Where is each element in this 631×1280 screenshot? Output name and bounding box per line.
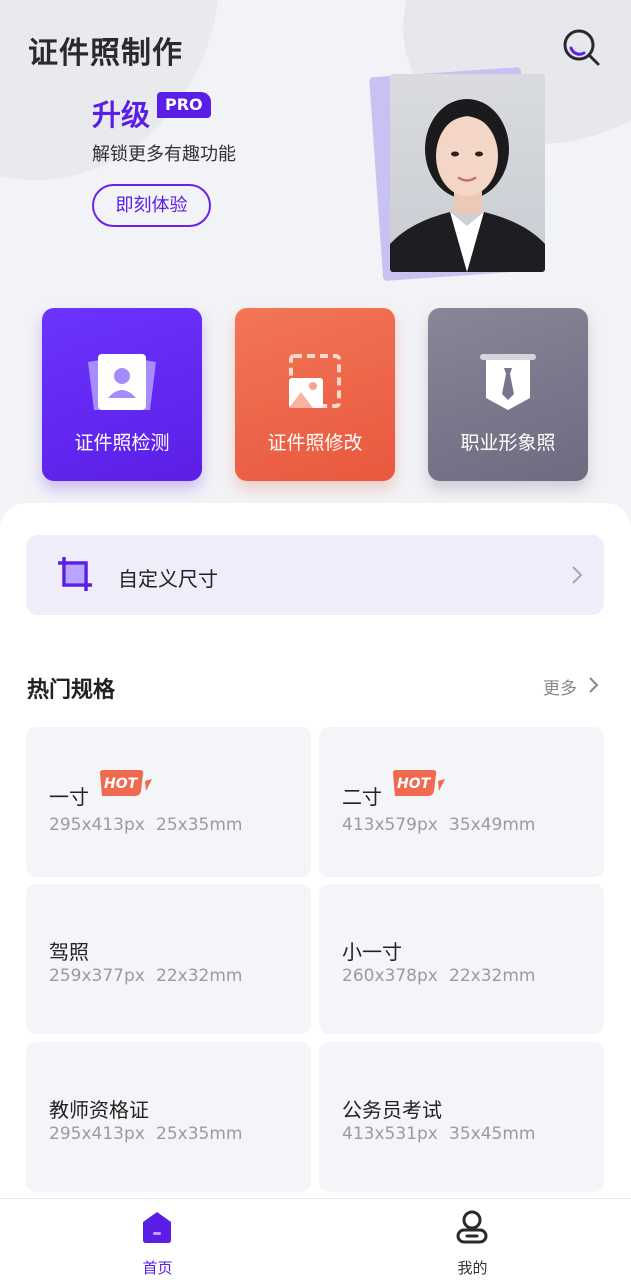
feature-id-photo-check[interactable]: 证件照检测 bbox=[42, 308, 202, 481]
chevron-right-icon bbox=[572, 566, 583, 584]
spec-pixels: 260x378px bbox=[342, 966, 438, 986]
spec-millimeters: 35x49mm bbox=[449, 815, 536, 835]
tab-label: 首页 bbox=[142, 1259, 173, 1277]
spec-millimeters: 22x32mm bbox=[449, 966, 536, 986]
spec-card[interactable]: 驾照 259x377px 22x32mm bbox=[26, 884, 311, 1034]
home-icon bbox=[143, 1212, 171, 1243]
spec-millimeters: 25x35mm bbox=[156, 815, 243, 835]
spec-millimeters: 22x32mm bbox=[156, 966, 243, 986]
spec-name: 驾照 bbox=[49, 940, 89, 964]
profile-icon bbox=[456, 1210, 488, 1244]
tab-home[interactable]: 首页 bbox=[0, 1199, 315, 1280]
spec-name: 一寸 bbox=[49, 785, 89, 809]
spec-name: 二寸 bbox=[342, 785, 382, 809]
search-button[interactable] bbox=[560, 26, 602, 68]
bottom-tab-bar: 首页 我的 bbox=[0, 1198, 631, 1280]
app-title: 证件照制作 bbox=[28, 36, 183, 71]
pro-badge: PRO bbox=[157, 92, 211, 118]
feature-professional-photo[interactable]: 职业形象照 bbox=[428, 308, 588, 481]
hot-badge-icon: HOT bbox=[100, 770, 152, 796]
hot-label: HOT bbox=[104, 776, 139, 792]
spec-card[interactable]: 小一寸 260x378px 22x32mm bbox=[319, 884, 604, 1034]
spec-card[interactable]: 二寸 HOT 413x579px 35x49mm bbox=[319, 727, 604, 877]
tab-mine[interactable]: 我的 bbox=[315, 1199, 630, 1280]
search-icon bbox=[563, 29, 600, 66]
suit-tie-icon bbox=[480, 354, 536, 410]
spec-card[interactable]: 公务员考试 413x531px 35x45mm bbox=[319, 1042, 604, 1192]
spec-millimeters: 35x45mm bbox=[449, 1124, 536, 1144]
section-title: 热门规格 bbox=[27, 678, 116, 703]
upgrade-title: 升级 bbox=[92, 98, 151, 132]
hot-label: HOT bbox=[397, 776, 432, 792]
chevron-right-icon[interactable] bbox=[588, 676, 600, 694]
feature-label: 证件照检测 bbox=[74, 432, 170, 454]
id-photo-check-icon bbox=[88, 354, 156, 410]
spec-millimeters: 25x35mm bbox=[156, 1124, 243, 1144]
spec-pixels: 259x377px bbox=[49, 966, 145, 986]
spec-pixels: 295x413px bbox=[49, 815, 145, 835]
sample-portrait bbox=[390, 74, 545, 272]
feature-label: 证件照修改 bbox=[267, 432, 363, 454]
feature-label: 职业形象照 bbox=[460, 432, 556, 454]
promo-subtitle: 解锁更多有趣功能 bbox=[92, 144, 236, 165]
photo-edit-icon bbox=[289, 354, 341, 408]
feature-photo-edit[interactable]: 证件照修改 bbox=[235, 308, 395, 481]
custom-size-label: 自定义尺寸 bbox=[118, 567, 218, 591]
spec-pixels: 413x579px bbox=[342, 815, 438, 835]
custom-size-row[interactable]: 自定义尺寸 bbox=[26, 535, 604, 615]
spec-pixels: 413x531px bbox=[342, 1124, 438, 1144]
spec-card[interactable]: 教师资格证 295x413px 25x35mm bbox=[26, 1042, 311, 1192]
try-now-button[interactable]: 即刻体验 bbox=[92, 184, 211, 227]
more-link[interactable]: 更多 bbox=[543, 674, 577, 699]
spec-name: 小一寸 bbox=[342, 940, 402, 964]
hot-badge-icon: HOT bbox=[393, 770, 445, 796]
tab-label: 我的 bbox=[457, 1259, 488, 1277]
crop-icon bbox=[58, 557, 92, 591]
spec-name: 公务员考试 bbox=[342, 1098, 442, 1122]
spec-card[interactable]: 一寸 HOT 295x413px 25x35mm bbox=[26, 727, 311, 877]
spec-pixels: 295x413px bbox=[49, 1124, 145, 1144]
spec-name: 教师资格证 bbox=[49, 1098, 149, 1122]
